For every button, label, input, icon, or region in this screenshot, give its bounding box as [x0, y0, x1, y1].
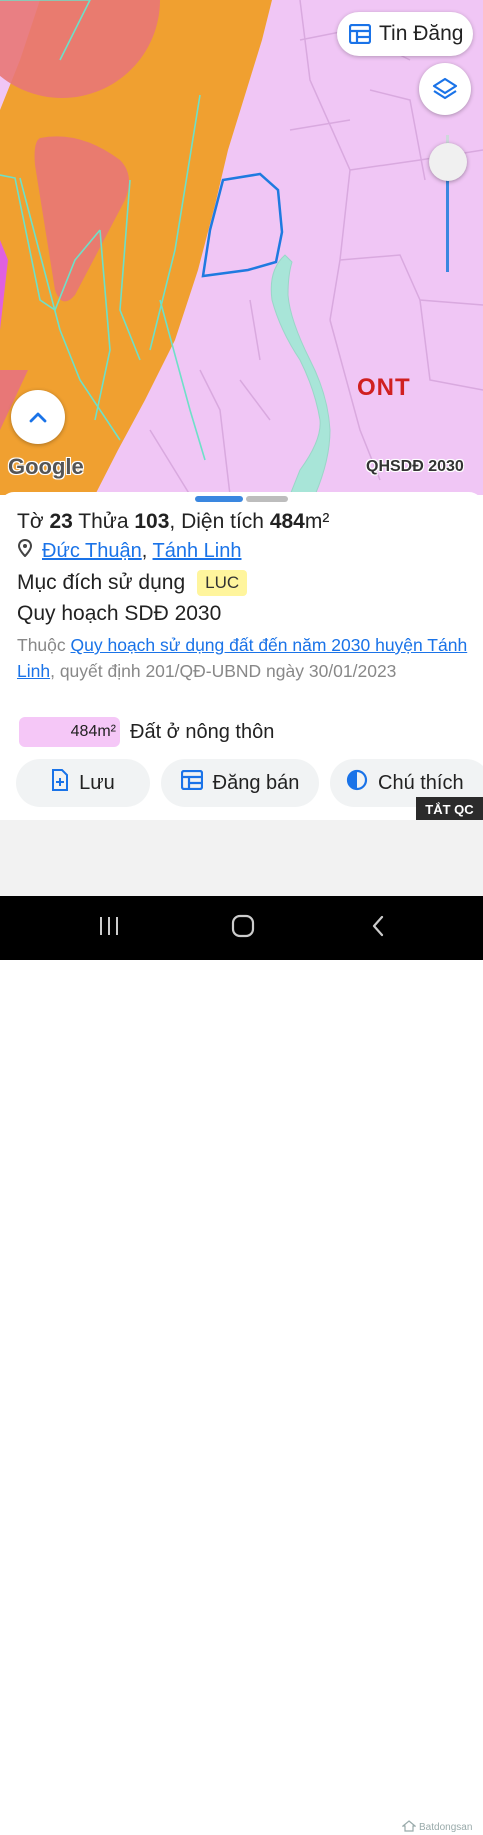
- home-icon[interactable]: [231, 914, 255, 943]
- land-purpose-row: Mục đích sử dụng LUC: [17, 570, 248, 596]
- overlay-label: QHSDĐ 2030: [366, 458, 464, 475]
- district-link[interactable]: Tánh Linh: [153, 540, 242, 562]
- location-row: Đức Thuận, Tánh Linh: [17, 538, 242, 563]
- system-nav-bar: Batdongsan: [0, 896, 483, 1833]
- ward-link[interactable]: Đức Thuận: [42, 540, 142, 562]
- sheet-page-indicator[interactable]: [246, 496, 288, 502]
- parcel-title: Tờ 23 Thửa 103, Diện tích 484m²: [17, 510, 330, 533]
- save-button[interactable]: Lưu: [16, 759, 150, 807]
- chevron-up-icon: [28, 410, 48, 424]
- back-icon[interactable]: [370, 914, 386, 943]
- post-for-sale-button[interactable]: Đăng bán: [161, 759, 319, 807]
- ad-area: [0, 820, 483, 896]
- turn-off-ads-button[interactable]: TẮT QC: [416, 797, 483, 821]
- map-canvas[interactable]: [0, 0, 483, 495]
- land-use-row: 484m² Đất ở nông thôn: [19, 717, 274, 747]
- plan-title: Quy hoạch SDĐ 2030: [17, 602, 222, 625]
- expand-up-button[interactable]: [11, 390, 65, 444]
- post-listing-button[interactable]: Tin Đăng: [337, 12, 473, 56]
- plan-description: Thuộc Quy hoạch sử dụng đất đến năm 2030…: [17, 635, 468, 681]
- listing-icon: [180, 769, 203, 796]
- house-logo-icon: [401, 1820, 417, 1835]
- sheet-page-indicator-active[interactable]: [195, 496, 243, 502]
- land-use-name: Đất ở nông thôn: [130, 720, 275, 743]
- half-circle-icon: [346, 769, 368, 797]
- watermark: Batdongsan: [401, 1820, 472, 1835]
- recent-apps-icon[interactable]: [97, 914, 121, 943]
- post-listing-label: Tin Đăng: [379, 22, 464, 45]
- purpose-code-badge: LUC: [197, 570, 248, 596]
- opacity-slider-thumb[interactable]: [429, 143, 467, 181]
- layers-button[interactable]: [419, 63, 471, 115]
- zone-label: ONT: [357, 374, 411, 401]
- listing-icon: [349, 24, 371, 44]
- location-pin-icon: [17, 538, 33, 563]
- add-file-icon: [51, 769, 69, 797]
- purpose-label: Mục đích sử dụng: [17, 571, 186, 594]
- google-attribution: Google: [8, 454, 84, 479]
- layers-icon: [432, 76, 458, 102]
- map-view[interactable]: ONT Google QHSDĐ 2030 Tin Đăng: [0, 0, 483, 495]
- land-use-area-chip: 484m²: [19, 717, 120, 747]
- parcel-info-sheet: Tờ 23 Thửa 103, Diện tích 484m² Đức Thuậ…: [0, 492, 483, 819]
